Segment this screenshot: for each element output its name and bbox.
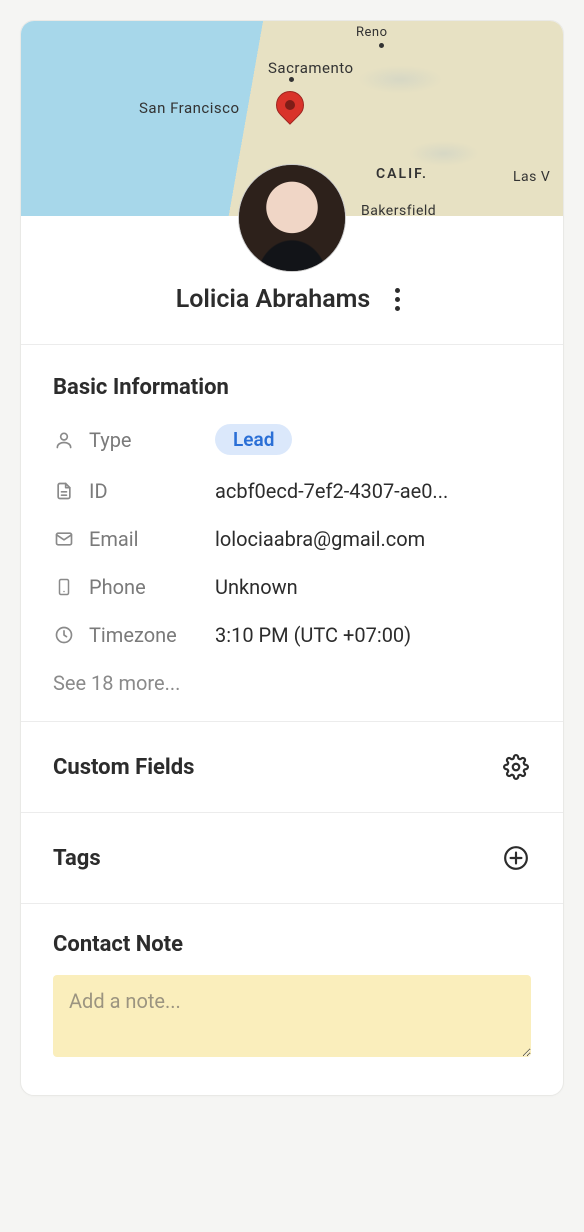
basic-info-section: Basic Information Type Lead ID acbf0ecd-…	[21, 345, 563, 721]
tags-section: Tags	[21, 813, 563, 903]
tags-heading: Tags	[53, 846, 101, 871]
person-icon	[53, 429, 75, 451]
mail-icon	[53, 528, 75, 550]
map-label-lasv: Las V	[513, 169, 550, 185]
contact-note-heading: Contact Note	[53, 932, 531, 957]
map-label-sacramento: Sacramento	[268, 59, 354, 77]
email-value: lolociaabra@gmail.com	[215, 527, 531, 551]
map-pin-icon	[270, 85, 310, 125]
custom-fields-settings-button[interactable]	[501, 752, 531, 782]
contact-card: Reno Sacramento San Francisco CALIF. Bak…	[20, 20, 564, 1096]
plus-circle-icon	[503, 845, 529, 871]
custom-fields-heading: Custom Fields	[53, 755, 194, 780]
avatar[interactable]	[238, 164, 346, 272]
map-label-reno: Reno	[356, 25, 388, 40]
map-label-bakersfield: Bakersfield	[361, 203, 436, 216]
phone-value: Unknown	[215, 575, 531, 599]
more-options-button[interactable]	[386, 284, 408, 314]
type-label: Type	[89, 428, 201, 452]
gear-icon	[503, 754, 529, 780]
timezone-label: Timezone	[89, 623, 201, 647]
contact-note-section: Contact Note	[21, 904, 563, 1095]
timezone-value: 3:10 PM (UTC +07:00)	[215, 623, 531, 647]
map-dot	[379, 43, 384, 48]
type-value: Lead	[215, 424, 531, 455]
info-row-email: Email lolociaabra@gmail.com	[53, 527, 531, 551]
info-row-timezone: Timezone 3:10 PM (UTC +07:00)	[53, 623, 531, 647]
id-value: acbf0ecd-7ef2-4307-ae0...	[215, 479, 531, 503]
info-row-id: ID acbf0ecd-7ef2-4307-ae0...	[53, 479, 531, 503]
custom-fields-section: Custom Fields	[21, 722, 563, 812]
info-row-phone: Phone Unknown	[53, 575, 531, 599]
more-vertical-icon	[395, 288, 400, 293]
basic-info-heading: Basic Information	[53, 375, 531, 400]
name-row: Lolicia Abrahams	[21, 276, 563, 344]
id-label: ID	[89, 479, 201, 503]
add-tag-button[interactable]	[501, 843, 531, 873]
contact-note-input[interactable]	[53, 975, 531, 1057]
type-badge: Lead	[215, 424, 292, 455]
info-row-type: Type Lead	[53, 424, 531, 455]
email-label: Email	[89, 527, 201, 551]
contact-name: Lolicia Abrahams	[176, 285, 371, 314]
map-label-sanfrancisco: San Francisco	[139, 99, 240, 117]
see-more-link[interactable]: See 18 more...	[53, 671, 531, 695]
avatar-wrap	[21, 216, 563, 276]
clock-icon	[53, 624, 75, 646]
phone-icon	[53, 576, 75, 598]
phone-label: Phone	[89, 575, 201, 599]
map-label-calif: CALIF.	[376, 166, 428, 182]
map-dot	[289, 77, 294, 82]
document-icon	[53, 480, 75, 502]
